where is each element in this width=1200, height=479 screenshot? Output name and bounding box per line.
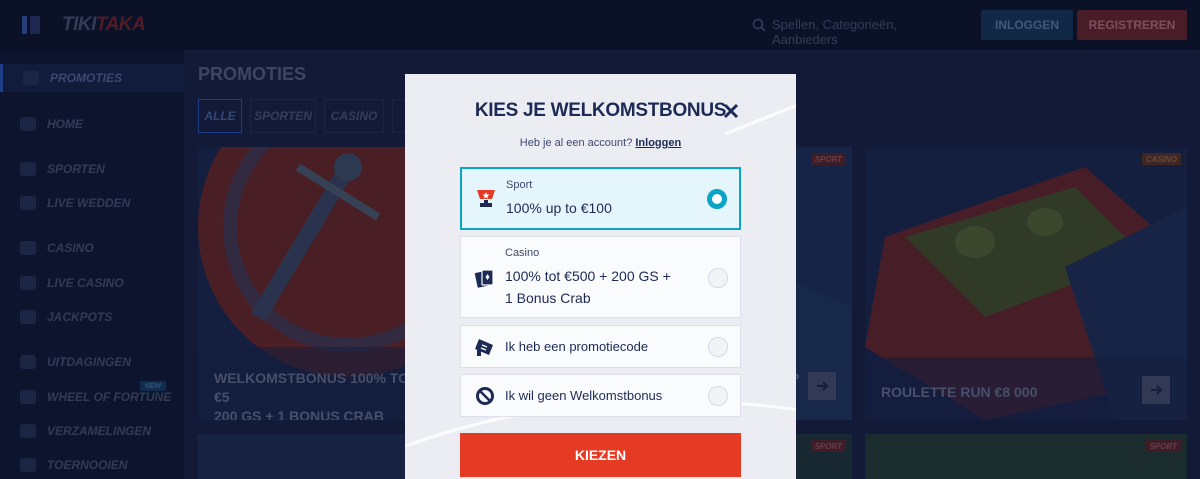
account-prompt-text: Heb je al een account? [519,137,633,149]
close-icon [723,103,739,119]
option-text-line: 1 Bonus Crab [505,290,591,306]
radio-button[interactable] [708,268,728,288]
option-text: 100% up to €100 [506,200,612,216]
playing-cards-icon [474,269,494,288]
bonus-option-casino[interactable]: Casino 100% tot €500 + 200 GS + 1 Bonus C… [460,236,741,318]
no-entry-icon [476,387,494,405]
bonus-option-sport[interactable]: Sport 100% up to €100 [460,167,741,230]
trophy-icon [477,190,495,207]
coupon-icon [475,339,493,356]
bonus-option-promocode[interactable]: Ik heb een promotiecode [460,325,741,368]
app-root: TIKITAKA Spellen, Categorieën, Aanbieder… [0,0,1200,479]
modal-login-link[interactable]: Inloggen [635,137,681,149]
welcome-bonus-modal: KIES JE WELKOMSTBONUS Heb je al een acco… [405,74,796,479]
option-text: Ik wil geen Welkomstbonus [505,388,663,403]
close-button[interactable] [720,100,742,122]
account-prompt: Heb je al een account? Inloggen [405,137,796,149]
option-category: Sport [506,179,533,191]
radio-button[interactable] [708,337,728,357]
radio-button[interactable] [708,386,728,406]
option-category: Casino [505,247,540,259]
radio-button-selected[interactable] [707,189,727,209]
option-text-line: 100% tot €500 + 200 GS + [505,268,671,284]
submit-button[interactable]: KIEZEN [460,433,741,477]
bonus-option-none[interactable]: Ik wil geen Welkomstbonus [460,374,741,417]
option-text: Ik heb een promotiecode [505,339,649,354]
